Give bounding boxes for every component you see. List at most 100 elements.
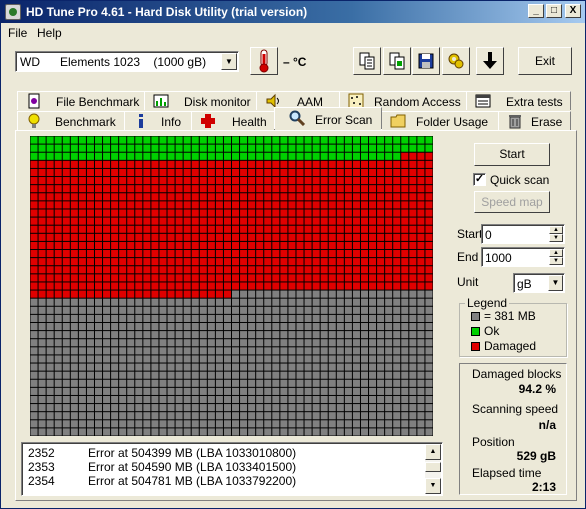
- block-unscanned: [143, 420, 151, 428]
- chevron-down-icon[interactable]: ▼: [548, 275, 563, 291]
- block-damaged: [78, 185, 86, 193]
- block-unscanned: [54, 420, 62, 428]
- block-damaged: [70, 241, 78, 250]
- temperature-button[interactable]: [250, 47, 278, 75]
- block-unscanned: [312, 387, 320, 395]
- block-damaged: [360, 225, 369, 233]
- block-unscanned: [232, 379, 240, 387]
- close-button[interactable]: X: [565, 4, 581, 18]
- block-unscanned: [103, 331, 111, 339]
- tab-benchmark[interactable]: Benchmark: [17, 111, 125, 130]
- block-damaged: [288, 250, 296, 258]
- block-damaged: [111, 217, 119, 225]
- block-damaged: [159, 258, 167, 266]
- unit-select[interactable]: gB ▼: [513, 273, 565, 293]
- start-button[interactable]: Start: [474, 143, 550, 166]
- block-unscanned: [159, 355, 167, 363]
- tab-file-benchmark[interactable]: File Benchmark: [17, 91, 145, 110]
- legend-swatch-block: [471, 312, 480, 321]
- scroll-thumb[interactable]: [425, 462, 441, 472]
- tab-erase[interactable]: Erase: [498, 111, 571, 130]
- block-damaged: [425, 185, 433, 193]
- block-damaged: [393, 282, 401, 290]
- end-input[interactable]: 1000 ▲ ▼: [481, 247, 565, 267]
- drive-select[interactable]: WD Elements 1023 (1000 gB) ▼: [15, 51, 239, 72]
- exit-button[interactable]: Exit: [518, 47, 572, 75]
- tab-health[interactable]: Health: [191, 111, 275, 130]
- copy-text-button[interactable]: [353, 47, 381, 75]
- block-unscanned: [143, 387, 151, 395]
- block-unscanned: [336, 387, 344, 395]
- block-unscanned: [207, 355, 215, 363]
- block-damaged: [232, 282, 240, 290]
- menu-help[interactable]: Help: [37, 26, 62, 40]
- block-ok: [232, 144, 240, 152]
- spin-down-icon[interactable]: ▼: [549, 234, 563, 242]
- block-damaged: [425, 225, 433, 233]
- block-damaged: [135, 160, 143, 168]
- block-unscanned: [312, 290, 320, 298]
- block-unscanned: [30, 306, 38, 314]
- block-unscanned: [344, 322, 352, 331]
- tab-folder-usage[interactable]: Folder Usage: [381, 111, 499, 130]
- block-unscanned: [377, 371, 385, 379]
- block-damaged: [46, 241, 54, 250]
- block-unscanned: [369, 298, 377, 306]
- spin-down-icon[interactable]: ▼: [549, 257, 563, 265]
- scroll-up-icon[interactable]: ▲: [425, 444, 441, 460]
- block-damaged: [207, 201, 215, 209]
- log-scrollbar[interactable]: ▲ ▼: [425, 444, 441, 494]
- block-unscanned: [360, 404, 369, 412]
- block-damaged: [409, 250, 417, 258]
- block-damaged: [207, 185, 215, 193]
- chevron-down-icon[interactable]: ▼: [221, 53, 237, 70]
- block-unscanned: [312, 371, 320, 379]
- save-button[interactable]: [412, 47, 440, 75]
- temperature-readout: – °C: [283, 55, 307, 69]
- block-ok: [360, 136, 369, 144]
- block-unscanned: [151, 387, 159, 395]
- maximize-button[interactable]: □: [546, 4, 562, 18]
- block-damaged: [94, 185, 103, 193]
- block-unscanned: [30, 428, 38, 436]
- block-unscanned: [143, 347, 151, 355]
- menu-file[interactable]: File: [8, 26, 27, 40]
- block-damaged: [377, 241, 385, 250]
- block-damaged: [288, 274, 296, 282]
- block-ok: [377, 144, 385, 152]
- block-damaged: [183, 250, 191, 258]
- spin-up-icon[interactable]: ▲: [549, 249, 563, 257]
- block-unscanned: [70, 331, 78, 339]
- block-damaged: [167, 193, 175, 201]
- tab-extra-tests[interactable]: Extra tests: [466, 91, 571, 110]
- quick-scan-label[interactable]: Quick scan: [490, 173, 549, 187]
- block-damaged: [167, 258, 175, 266]
- spin-up-icon[interactable]: ▲: [549, 226, 563, 234]
- error-log-list[interactable]: 2352 Error at 504399 MB (LBA 1033010800)…: [21, 442, 443, 496]
- scroll-down-icon[interactable]: ▼: [425, 478, 441, 494]
- block-unscanned: [175, 306, 183, 314]
- quick-scan-checkbox[interactable]: ✓: [473, 173, 486, 186]
- block-damaged: [135, 274, 143, 282]
- block-damaged: [393, 250, 401, 258]
- tab-error-scan[interactable]: Error Scan: [274, 107, 382, 129]
- block-unscanned: [94, 298, 103, 306]
- minimize-button[interactable]: _: [528, 4, 544, 18]
- tab-disk-monitor[interactable]: Disk monitor: [144, 91, 257, 110]
- block-unscanned: [38, 420, 46, 428]
- block-unscanned: [256, 395, 264, 404]
- block-unscanned: [62, 428, 70, 436]
- block-damaged: [296, 201, 304, 209]
- block-unscanned: [46, 355, 54, 363]
- start-input[interactable]: 0 ▲ ▼: [481, 224, 565, 244]
- block-unscanned: [264, 290, 272, 298]
- title-bar[interactable]: HD Tune Pro 4.61 - Hard Disk Utility (tr…: [1, 1, 585, 23]
- download-button[interactable]: [476, 47, 504, 75]
- options-button[interactable]: [442, 47, 470, 75]
- copy-image-button[interactable]: [383, 47, 411, 75]
- block-unscanned: [312, 428, 320, 436]
- block-unscanned: [232, 331, 240, 339]
- block-damaged: [272, 185, 280, 193]
- speed-map-button[interactable]: Speed map: [474, 191, 550, 213]
- tab-info[interactable]: Info: [124, 111, 192, 130]
